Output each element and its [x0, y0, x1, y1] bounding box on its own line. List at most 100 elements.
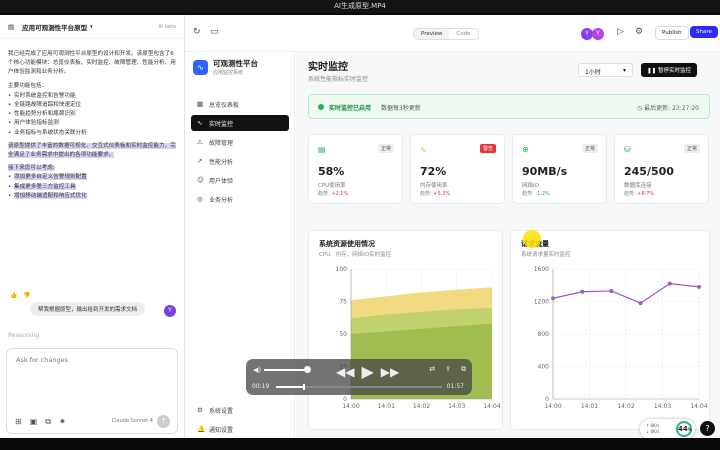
duration: 01:57 [446, 383, 464, 390]
y-tick-label: 100 [336, 266, 348, 273]
play-icon[interactable]: ▷ [617, 27, 624, 37]
y-tick-label: 0 [343, 396, 347, 403]
progress-knob[interactable] [302, 384, 305, 390]
refresh-icon[interactable]: ↻ [193, 27, 201, 37]
app-frame: ▤ 应用可观测性平台原型 ▾ AI beta 我已经完成了应用可观测性平台原型的… [0, 15, 720, 438]
x-tick-label: 14:01 [378, 403, 395, 410]
reasoning-label[interactable]: Reasoning [8, 332, 39, 339]
y-tick-label: 75 [339, 299, 347, 306]
metric-card-cpu: ▤ 正常 58% CPU使用率 趋势: +2.1% [308, 134, 403, 204]
metric-card-database: ⛁ 正常 245/500 数据库连接 趋势: +8.7% [614, 134, 709, 204]
tab-preview[interactable]: Preview [414, 29, 450, 39]
window-title: AI生成原型.MP4 [0, 0, 720, 13]
status-badge: 警告 [479, 144, 496, 153]
video-player: ◀) ◀◀ ▶ ▶▶ ⇄ ⇪ ⧉ 00:19 01:57 [246, 359, 472, 395]
trend-icon: ↗ [197, 157, 203, 165]
sidebar-item-overview[interactable]: ▦ 总览仪表板 [191, 96, 289, 112]
attachment-icon[interactable]: ⧉ [45, 417, 51, 427]
view-toggle: Preview Code [413, 28, 479, 40]
cpu-icon: ▤ [318, 145, 326, 154]
chevron-down-icon: ▾ [622, 67, 626, 74]
progress-fill [276, 386, 303, 388]
share-button[interactable]: Share [690, 26, 718, 38]
status-dot [318, 104, 324, 110]
x-tick-label: 14:02 [413, 403, 430, 410]
chat-header: ▤ 应用可观测性平台原型 ▾ AI beta [0, 15, 184, 39]
summary-text: 该原型提供了丰富的数据可视化、交互式仪表板和实时监控能力，完全满足了业务需求中提… [8, 142, 176, 159]
y-tick-label: 800 [538, 331, 550, 338]
file-icon[interactable]: ▤ [8, 23, 14, 31]
current-time: 00:19 [252, 383, 270, 390]
sparkle-icon[interactable]: ✷ [59, 417, 66, 427]
status-badge: 正常 [377, 144, 394, 153]
rewind-icon[interactable]: ◀◀ [336, 365, 354, 379]
nav-bottom: ⚙ 系统设置 🔔 通知设置 [191, 402, 289, 438]
tab-code[interactable]: Code [449, 29, 477, 39]
x-tick-label: 14:01 [581, 403, 598, 410]
volume-knob[interactable] [304, 366, 311, 373]
metric-label: 网络IO [522, 183, 539, 189]
top-toolbar: ↻ ▭ Preview Code Y Y ▷ ⚙ Publish Share [185, 15, 720, 52]
brand: ∿ 可观测性平台 应用监控系统 [193, 58, 258, 76]
time-range-select[interactable]: 1小时 ▾ [578, 63, 633, 77]
y-tick-label: 400 [538, 364, 550, 371]
volume-slider[interactable] [264, 369, 308, 371]
avatar[interactable]: Y [592, 28, 604, 40]
y-tick-label: 0 [545, 396, 549, 403]
sidebar-item-performance[interactable]: ↗ 性能分析 [191, 153, 289, 169]
pulse-icon: ∿ [197, 119, 203, 127]
sidebar-item-settings[interactable]: ⚙ 系统设置 [191, 402, 289, 418]
metric-label: CPU使用率 [318, 183, 346, 189]
intro-text: 我已经完成了应用可观测性平台原型的设计和开发。该原型包含了6个核心功能模块：总览… [8, 51, 176, 76]
sidebar-item-incidents[interactable]: ⚠ 故障管理 [191, 134, 289, 150]
download-rate: ↓ 0K/s [646, 429, 660, 434]
image-icon[interactable]: ▣ [30, 417, 38, 427]
volume-icon[interactable]: ◀) [253, 366, 261, 374]
x-tick-label: 14:03 [448, 403, 465, 410]
status-label: 实时监控已启用 [329, 105, 372, 112]
model-label[interactable]: Claude Sonnet 4 [112, 418, 153, 424]
x-tick-label: 14:00 [544, 403, 561, 410]
thumbs-down-icon[interactable]: 👎 [23, 292, 30, 299]
x-tick-label: 14:02 [617, 403, 634, 410]
play-icon[interactable]: ▶ [361, 362, 373, 381]
publish-button[interactable]: Publish [655, 26, 689, 40]
upload-rate: ↑ 0K/s [646, 423, 660, 428]
library-icon[interactable]: ⊞ [15, 417, 22, 427]
help-button[interactable]: ? [700, 421, 715, 436]
player-extras: ⇄ ⇪ ⧉ [429, 365, 466, 374]
fast-forward-icon[interactable]: ▶▶ [381, 365, 399, 379]
list-item: 实时系统监控和告警功能 [8, 92, 178, 101]
chat-panel: ▤ 应用可观测性平台原型 ▾ AI beta 我已经完成了应用可观测性平台原型的… [0, 15, 185, 438]
pause-monitoring-button[interactable]: ❚❚ 暂停实时监控 [641, 63, 697, 77]
project-title[interactable]: 应用可观测性平台原型 [22, 22, 87, 32]
chevron-down-icon[interactable]: ▾ [90, 24, 93, 30]
avatar: Y [164, 305, 176, 317]
monitor-icon[interactable]: ▭ [210, 27, 219, 37]
share-icon[interactable]: ⇪ [445, 365, 451, 374]
status-banner: 实时监控已启用 数据每3秒更新 ◷ 最后更新: 23:27:20 [308, 94, 710, 119]
assistant-message: 我已经完成了应用可观测性平台原型的设计和开发。该原型包含了6个核心功能模块：总览… [8, 50, 178, 201]
list-item: 全链路故障追踪和快速定位 [8, 101, 178, 110]
progress-bar[interactable] [276, 384, 442, 390]
chat-input[interactable] [16, 356, 166, 364]
metric-label: 内存使用率 [420, 183, 448, 189]
sidebar-item-realtime[interactable]: ∿ 实时监控 [191, 115, 289, 131]
data-point [580, 289, 585, 294]
pip-icon[interactable]: ⧉ [461, 365, 466, 374]
sidebar-item-business[interactable]: ◎ 业务分析 [191, 191, 289, 207]
metric-label: 数据库连接 [624, 183, 652, 189]
sidebar-item-ux[interactable]: ☺ 用户体验 [191, 172, 289, 188]
nav-menu: ▦ 总览仪表板 ∿ 实时监控 ⚠ 故障管理 ↗ 性能分析 ☺ 用户体验 ◎ 业务分析 [191, 96, 289, 210]
x-tick-label: 14:04 [483, 403, 500, 410]
send-button[interactable]: ↑ [157, 415, 170, 428]
network-widget: ↑ 0K/s ↓ 0K/s 44% [640, 419, 695, 438]
list-item: 添加更多自定义告警规则配置 [8, 173, 178, 183]
metric-card-memory: ∿ 警告 72% 内存使用率 趋势: +5.3% [410, 134, 505, 204]
sidebar-item-notifications[interactable]: 🔔 通知设置 [191, 421, 289, 437]
y-tick-label: 50 [339, 331, 347, 338]
metric-value: 90MB/s [522, 165, 568, 178]
thumbs-up-icon[interactable]: 👍 [10, 292, 17, 299]
loop-icon[interactable]: ⇄ [429, 365, 435, 374]
gear-icon[interactable]: ⚙ [635, 27, 643, 37]
